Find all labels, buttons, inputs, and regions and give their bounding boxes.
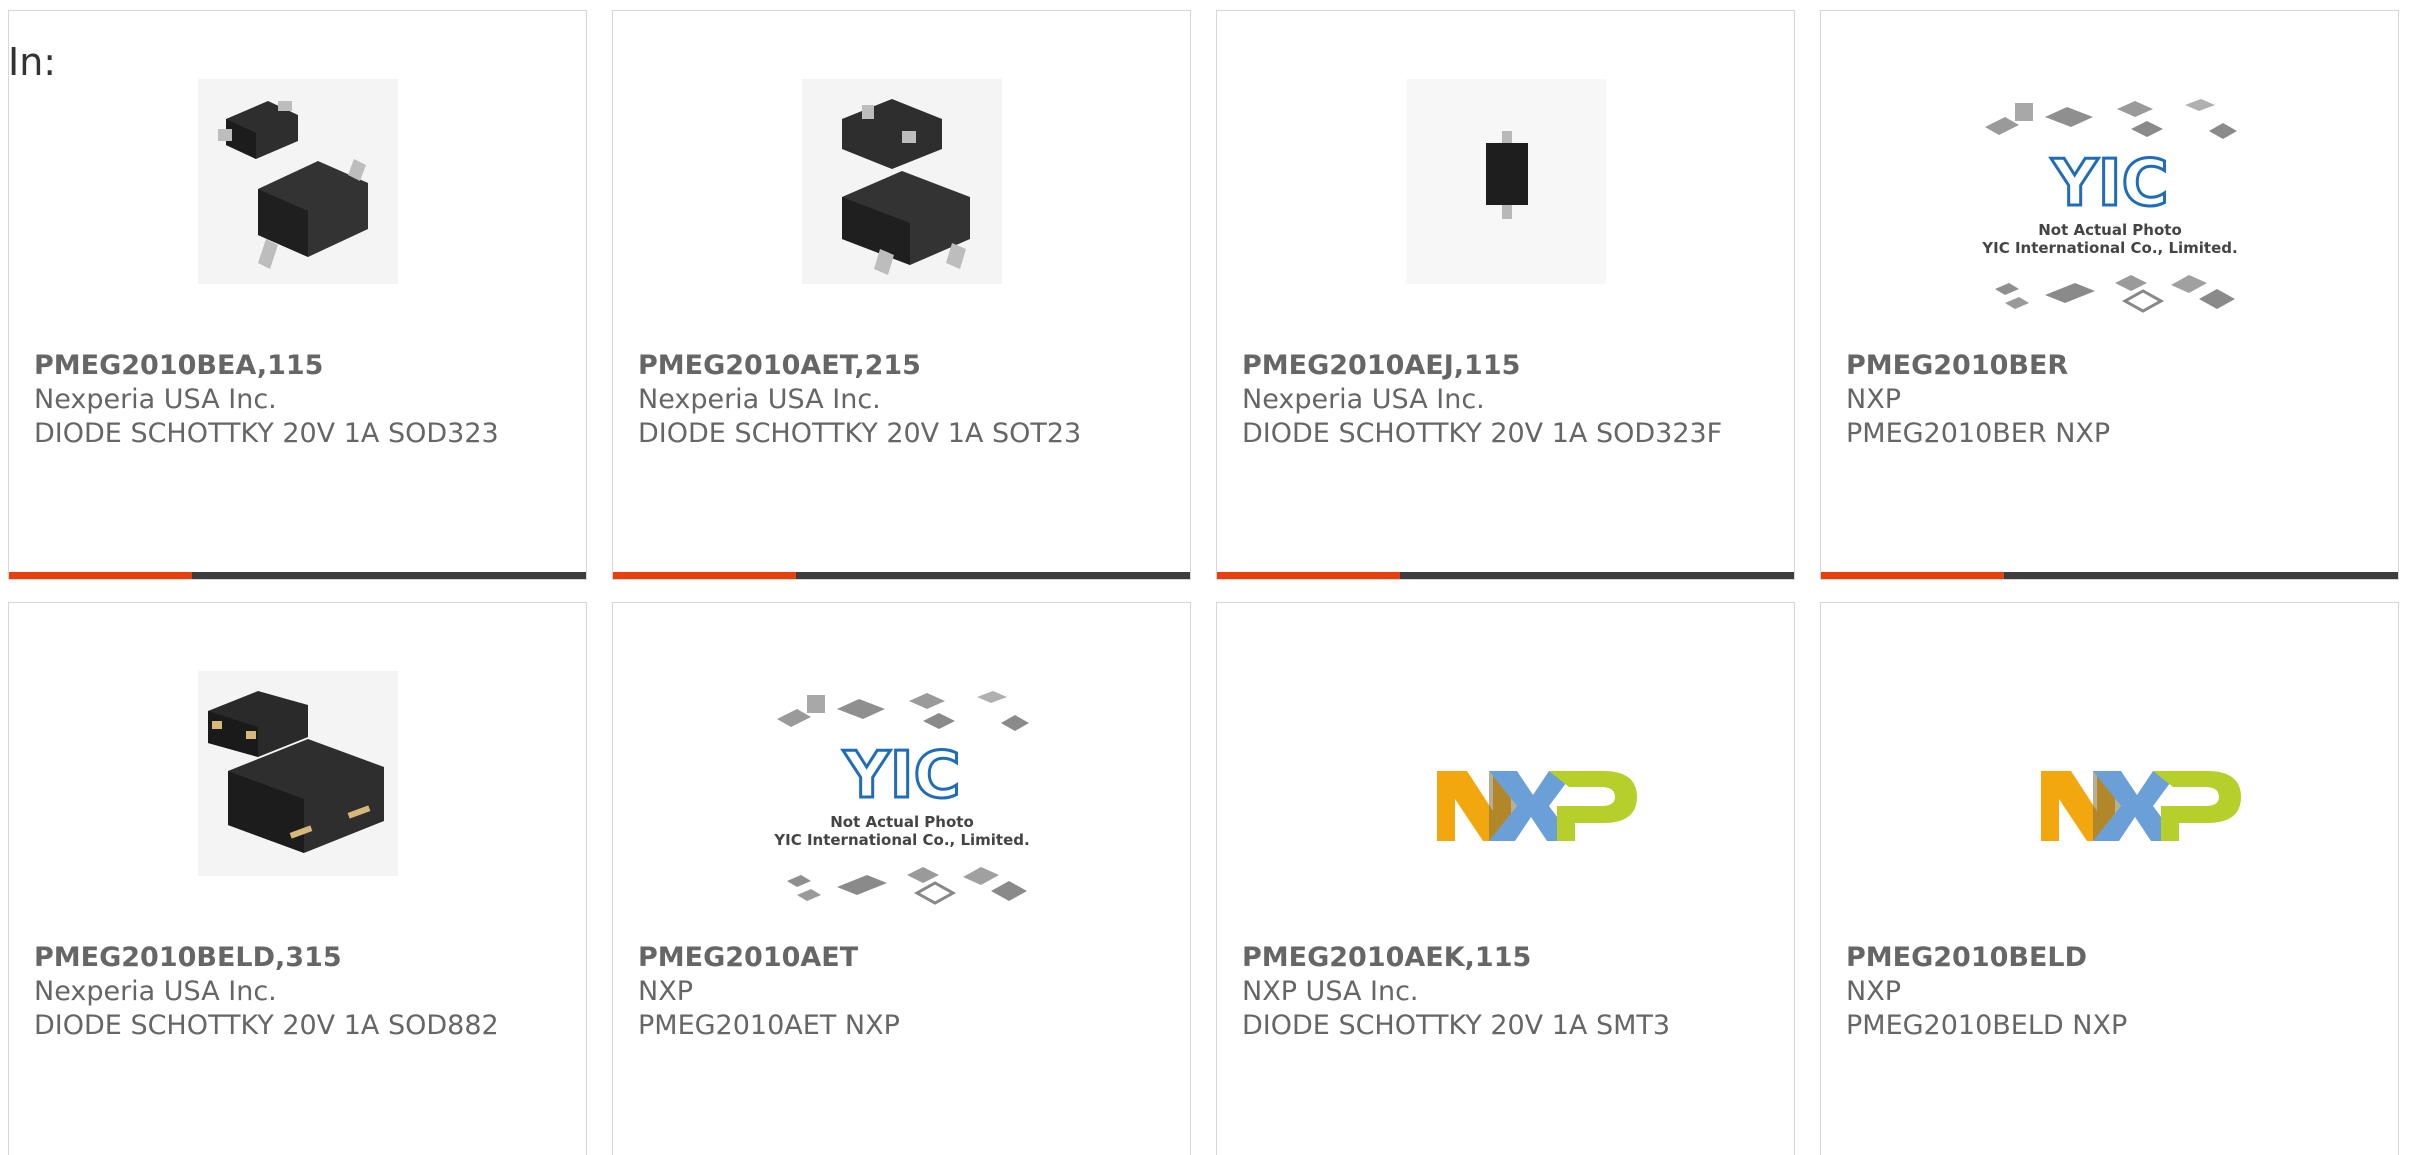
- sod882-package-icon: [197, 671, 398, 876]
- sod323-package-icon: [197, 79, 398, 284]
- filter-label: In:: [8, 40, 57, 84]
- product-card[interactable]: PMEG2010BELD,315 Nexperia USA Inc. DIODE…: [8, 602, 587, 1155]
- description: DIODE SCHOTTKY 20V 1A SOD323: [34, 418, 499, 449]
- product-image[interactable]: [1371, 681, 1641, 931]
- placeholder-line-2: YIC International Co., Limited.: [773, 831, 1029, 849]
- product-info: PMEG2010AET,215 Nexperia USA Inc. DIODE …: [638, 349, 1165, 451]
- card-accent-bar: [9, 572, 192, 579]
- part-number[interactable]: PMEG2010AEJ,115: [1242, 349, 1769, 383]
- card-bottom-bar: [9, 572, 586, 579]
- svg-text:YIC: YIC: [842, 739, 960, 813]
- product-card[interactable]: YIC Not Actual Photo YIC International C…: [1820, 10, 2399, 580]
- placeholder-line-1: Not Actual Photo: [2038, 221, 2182, 239]
- manufacturer: NXP: [1846, 976, 1901, 1007]
- part-number[interactable]: PMEG2010BER: [1846, 349, 2373, 383]
- card-bottom-bar: [613, 572, 1190, 579]
- product-image[interactable]: [1405, 79, 1606, 284]
- sot23-package-icon: [801, 79, 1002, 284]
- part-number[interactable]: PMEG2010AET: [638, 941, 1165, 975]
- product-image[interactable]: [1975, 681, 2245, 931]
- product-info: PMEG2010BELD,315 Nexperia USA Inc. DIODE…: [34, 941, 561, 1043]
- card-accent-bar: [613, 572, 796, 579]
- part-number[interactable]: PMEG2010AET,215: [638, 349, 1165, 383]
- description: DIODE SCHOTTKY 20V 1A SOD323F: [1242, 418, 1723, 449]
- product-image[interactable]: [197, 671, 398, 876]
- manufacturer: Nexperia USA Inc.: [638, 384, 881, 415]
- product-card[interactable]: PMEG2010AET,215 Nexperia USA Inc. DIODE …: [612, 10, 1191, 580]
- placeholder-line-2: YIC International Co., Limited.: [1981, 239, 2237, 257]
- card-accent-bar: [1217, 572, 1400, 579]
- yic-placeholder-icon: YIC Not Actual Photo YIC International C…: [773, 691, 1029, 905]
- description: DIODE SCHOTTKY 20V 1A SOT23: [638, 418, 1082, 449]
- manufacturer: NXP: [638, 976, 693, 1007]
- manufacturer: Nexperia USA Inc.: [34, 976, 277, 1007]
- product-info: PMEG2010BER NXP PMEG2010BER NXP: [1846, 349, 2373, 451]
- manufacturer: Nexperia USA Inc.: [1242, 384, 1485, 415]
- product-image[interactable]: YIC Not Actual Photo YIC International C…: [1975, 89, 2245, 339]
- yic-placeholder-icon: YIC Not Actual Photo YIC International C…: [1981, 99, 2237, 313]
- product-card[interactable]: PMEG2010BELD NXP PMEG2010BELD NXP: [1820, 602, 2399, 1155]
- svg-text:YIC: YIC: [2050, 147, 2168, 221]
- card-bottom-bar: [1217, 572, 1794, 579]
- product-image[interactable]: [197, 79, 398, 284]
- description: PMEG2010BER NXP: [1846, 418, 2111, 449]
- description: PMEG2010AET NXP: [638, 1010, 900, 1041]
- manufacturer: NXP: [1846, 384, 1901, 415]
- nxp-logo-icon: [1436, 771, 1637, 841]
- manufacturer: Nexperia USA Inc.: [34, 384, 277, 415]
- part-number[interactable]: PMEG2010AEK,115: [1242, 941, 1769, 975]
- card-accent-bar: [1821, 572, 2004, 579]
- part-number[interactable]: PMEG2010BELD: [1846, 941, 2373, 975]
- card-bottom-bar: [1821, 572, 2398, 579]
- product-info: PMEG2010BEA,115 Nexperia USA Inc. DIODE …: [34, 349, 561, 451]
- part-number[interactable]: PMEG2010BEA,115: [34, 349, 561, 383]
- part-number[interactable]: PMEG2010BELD,315: [34, 941, 561, 975]
- product-grid-page: In: PMEG2010BEA,115 Nexperia USA Inc. DI…: [0, 0, 2410, 1155]
- product-card[interactable]: YIC Not Actual Photo YIC International C…: [612, 602, 1191, 1155]
- product-info: PMEG2010AEK,115 NXP USA Inc. DIODE SCHOT…: [1242, 941, 1769, 1043]
- product-image[interactable]: YIC Not Actual Photo YIC International C…: [767, 681, 1037, 931]
- product-info: PMEG2010BELD NXP PMEG2010BELD NXP: [1846, 941, 2373, 1043]
- manufacturer: NXP USA Inc.: [1242, 976, 1419, 1007]
- description: PMEG2010BELD NXP: [1846, 1010, 2128, 1041]
- product-image[interactable]: [801, 79, 1002, 284]
- description: DIODE SCHOTTKY 20V 1A SMT3: [1242, 1010, 1671, 1041]
- product-info: PMEG2010AEJ,115 Nexperia USA Inc. DIODE …: [1242, 349, 1769, 451]
- description: DIODE SCHOTTKY 20V 1A SOD882: [34, 1010, 499, 1041]
- placeholder-line-1: Not Actual Photo: [830, 813, 974, 831]
- product-card[interactable]: PMEG2010AEJ,115 Nexperia USA Inc. DIODE …: [1216, 10, 1795, 580]
- product-info: PMEG2010AET NXP PMEG2010AET NXP: [638, 941, 1165, 1043]
- sod323f-package-icon: [1405, 79, 1606, 284]
- product-card[interactable]: PMEG2010BEA,115 Nexperia USA Inc. DIODE …: [8, 10, 587, 580]
- nxp-logo-icon: [2040, 771, 2241, 841]
- product-grid: PMEG2010BEA,115 Nexperia USA Inc. DIODE …: [8, 10, 2399, 1155]
- product-card[interactable]: PMEG2010AEK,115 NXP USA Inc. DIODE SCHOT…: [1216, 602, 1795, 1155]
